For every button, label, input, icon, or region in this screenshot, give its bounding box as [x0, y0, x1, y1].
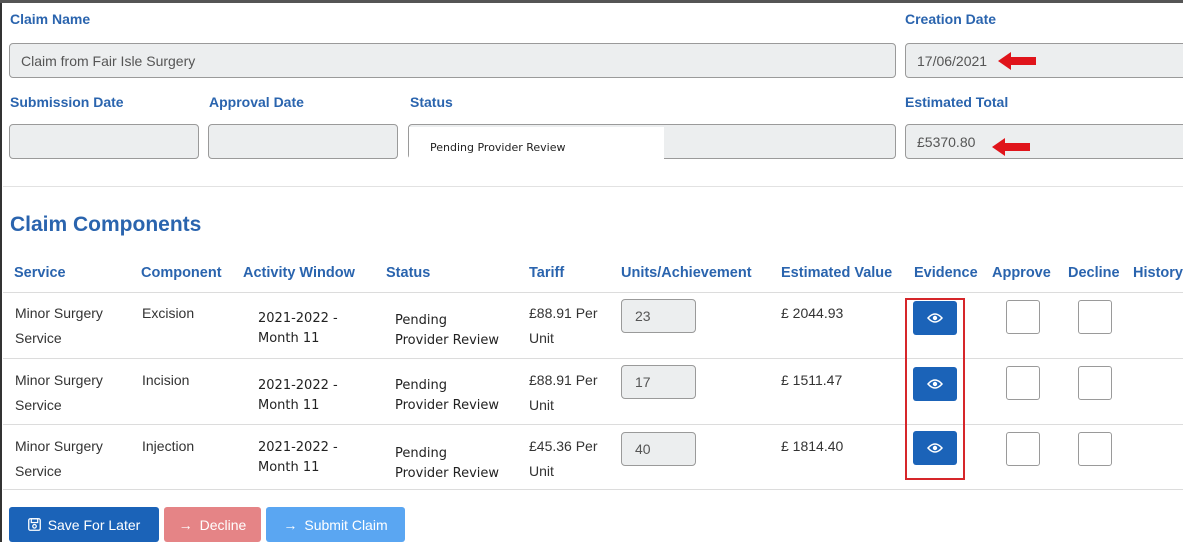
- approve-checkbox[interactable]: [1006, 432, 1040, 466]
- status-cell: Pending Provider Review: [395, 313, 500, 348]
- column-header-activity-window: Activity Window: [243, 265, 355, 281]
- decline-checkbox[interactable]: [1078, 432, 1112, 466]
- submission-date-field[interactable]: [9, 124, 199, 159]
- status-cell: Pending Provider Review: [395, 378, 500, 413]
- decline-checkbox[interactable]: [1078, 300, 1112, 334]
- estimated-value-cell: £ 2044.93: [781, 305, 844, 321]
- component-cell: Injection: [142, 438, 195, 454]
- column-header-status: Status: [386, 265, 431, 281]
- estimated-value-cell: £ 1814.40: [781, 438, 844, 454]
- column-header-approve: Approve: [992, 265, 1051, 281]
- approve-checkbox[interactable]: [1006, 300, 1040, 334]
- service-cell: Minor Surgery Service: [15, 372, 103, 413]
- table-header-rule: [3, 292, 1183, 293]
- arrow-right-icon: →: [178, 516, 193, 533]
- arrow-right-icon: →: [283, 516, 298, 533]
- claim-name-field[interactable]: Claim from Fair Isle Surgery: [9, 43, 896, 78]
- creation-date-field[interactable]: 17/06/2021: [905, 43, 1183, 78]
- estimated-total-field[interactable]: £5370.80: [905, 124, 1183, 159]
- tariff-cell: £88.91 Per Unit: [529, 305, 598, 346]
- column-header-component: Component: [141, 265, 222, 281]
- activity-window-cell: 2021-2022 - Month 11: [258, 440, 338, 475]
- column-header-estimated-value: Estimated Value: [781, 265, 893, 281]
- row-divider: [3, 424, 1183, 425]
- estimated-total-value: £5370.80: [917, 133, 976, 150]
- status-cell: Pending Provider Review: [395, 446, 500, 481]
- column-header-history: History: [1133, 265, 1183, 281]
- decline-checkbox[interactable]: [1078, 366, 1112, 400]
- approve-checkbox[interactable]: [1006, 366, 1040, 400]
- approval-date-label: Approval Date: [209, 94, 304, 110]
- service-cell: Minor Surgery Service: [15, 305, 103, 346]
- claim-components-title: Claim Components: [10, 213, 202, 236]
- column-header-tariff: Tariff: [529, 265, 565, 281]
- section-divider: [3, 186, 1183, 187]
- submission-date-label: Submission Date: [10, 94, 124, 110]
- column-header-decline: Decline: [1068, 265, 1120, 281]
- activity-window-cell: 2021-2022 - Month 11: [258, 378, 338, 413]
- submit-claim-button[interactable]: → Submit Claim: [266, 507, 405, 542]
- service-cell: Minor Surgery Service: [15, 438, 103, 479]
- column-header-evidence: Evidence: [914, 265, 978, 281]
- estimated-total-label: Estimated Total: [905, 94, 1009, 110]
- decline-button[interactable]: → Decline: [164, 507, 261, 542]
- save-for-later-button[interactable]: Save For Later: [9, 507, 159, 542]
- status-value: Pending Provider Review: [409, 127, 664, 159]
- units-input[interactable]: 23: [621, 299, 696, 333]
- column-header-service: Service: [14, 265, 66, 281]
- claim-name-value: Claim from Fair Isle Surgery: [21, 52, 196, 69]
- component-cell: Incision: [142, 372, 190, 388]
- estimated-value-cell: £ 1511.47: [781, 372, 843, 388]
- creation-date-label: Creation Date: [905, 11, 997, 27]
- save-icon: [27, 518, 41, 531]
- component-cell: Excision: [142, 305, 195, 321]
- evidence-highlight-box: [905, 298, 965, 480]
- column-header-units: Units/Achievement: [621, 265, 752, 281]
- tariff-cell: £88.91 Per Unit: [529, 372, 598, 413]
- top-border: [0, 0, 1183, 3]
- claim-name-label: Claim Name: [10, 11, 91, 27]
- creation-date-value: 17/06/2021: [917, 52, 988, 69]
- row-divider: [3, 489, 1183, 490]
- red-arrow-icon: [998, 52, 1036, 70]
- units-input[interactable]: 40: [621, 432, 696, 466]
- activity-window-cell: 2021-2022 - Month 11: [258, 311, 338, 346]
- red-arrow-icon: [992, 138, 1030, 156]
- row-divider: [3, 358, 1183, 359]
- tariff-cell: £45.36 Per Unit: [529, 438, 598, 479]
- units-input[interactable]: 17: [621, 365, 696, 399]
- approval-date-field[interactable]: [208, 124, 398, 159]
- status-label: Status: [410, 94, 453, 110]
